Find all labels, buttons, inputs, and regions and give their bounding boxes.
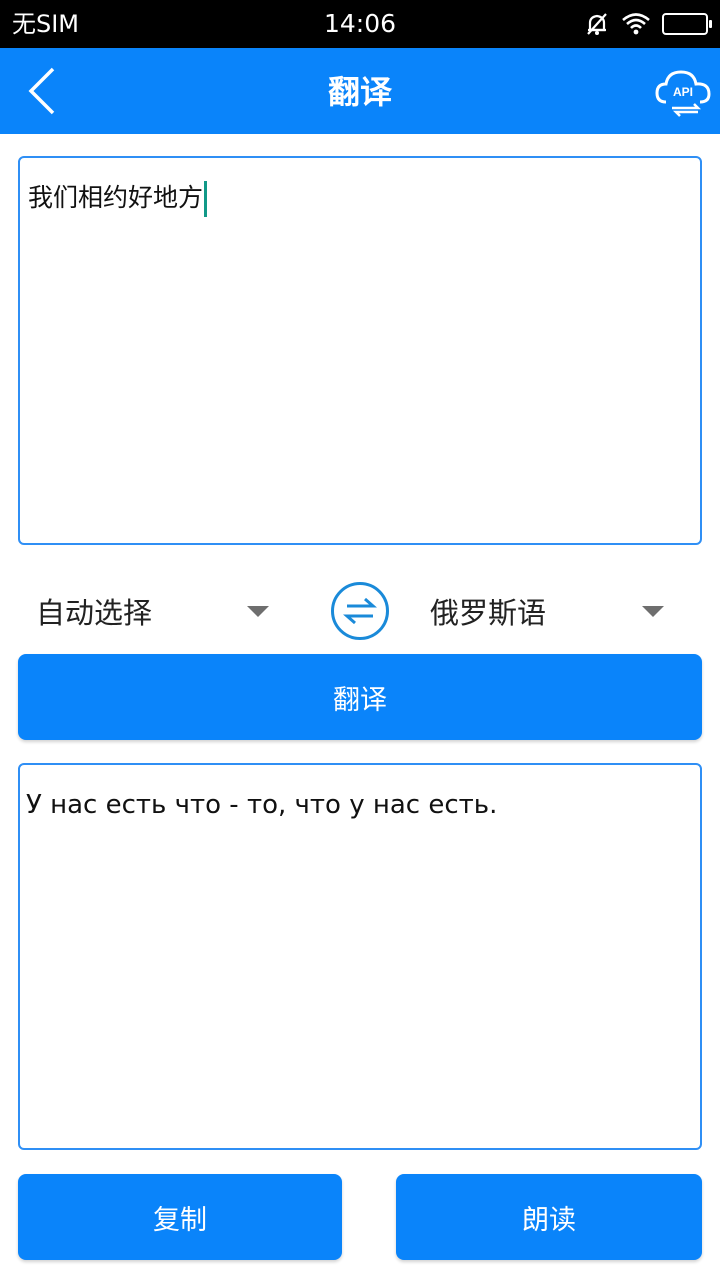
source-language-dropdown[interactable]: 自动选择 bbox=[36, 580, 276, 642]
source-text-value: 我们相约好地方 bbox=[28, 183, 204, 212]
language-selector-row: 自动选择 俄罗斯语 bbox=[0, 580, 720, 642]
text-cursor bbox=[204, 181, 208, 217]
source-text[interactable]: 我们相约好地方 bbox=[28, 178, 208, 218]
chevron-down-icon bbox=[642, 606, 664, 617]
swap-languages-button[interactable] bbox=[330, 581, 390, 641]
cloud-api-icon: API bbox=[655, 70, 711, 117]
result-text: У нас есть что - то, что у нас есть. bbox=[26, 790, 498, 820]
page-title: 翻译 bbox=[327, 73, 392, 111]
app-bar: 翻译 API bbox=[0, 48, 720, 134]
translate-button[interactable]: 翻译 bbox=[18, 654, 702, 740]
result-text-area[interactable]: У нас есть что - то, что у нас есть. bbox=[18, 763, 702, 1150]
swap-arrows-icon bbox=[331, 582, 389, 640]
status-icons bbox=[584, 10, 712, 38]
chevron-down-icon bbox=[247, 606, 269, 617]
bell-muted-icon bbox=[587, 13, 607, 35]
target-language-dropdown[interactable]: 俄罗斯语 bbox=[430, 580, 680, 642]
read-aloud-button[interactable]: 朗读 bbox=[396, 1174, 702, 1260]
status-bar: 无SIM 14:06 bbox=[0, 0, 720, 48]
battery-icon bbox=[662, 13, 712, 35]
api-label: API bbox=[673, 85, 693, 99]
wifi-icon bbox=[622, 13, 650, 35]
copy-button[interactable]: 复制 bbox=[18, 1174, 342, 1260]
target-language-label: 俄罗斯语 bbox=[430, 596, 547, 630]
source-text-input[interactable]: 我们相约好地方 bbox=[18, 156, 702, 545]
api-button[interactable]: API bbox=[654, 64, 714, 120]
source-language-label: 自动选择 bbox=[36, 596, 153, 630]
